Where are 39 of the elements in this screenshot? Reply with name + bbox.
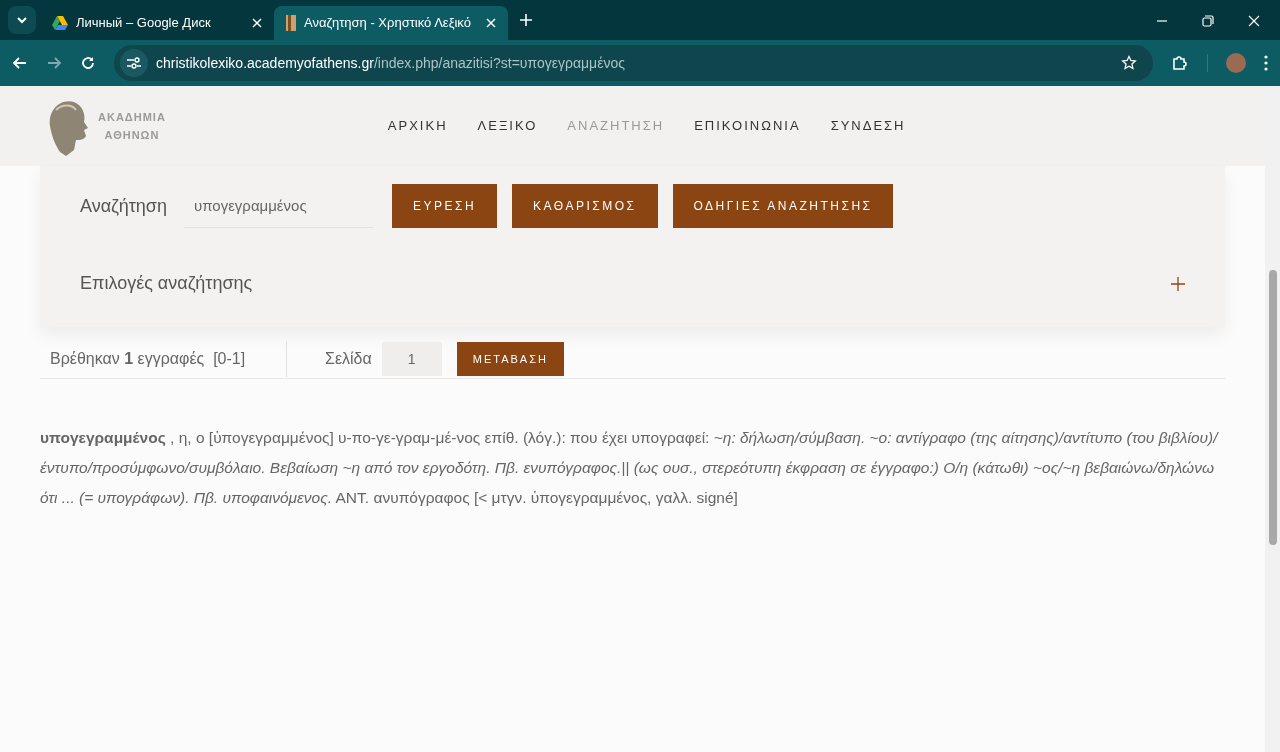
- search-options-toggle[interactable]: Επιλογές αναζήτησης: [80, 270, 1185, 297]
- nav-link[interactable]: ΕΠΙΚΟΙΝΩΝΙΑ: [694, 116, 801, 136]
- page-label: Σελίδα: [325, 349, 372, 369]
- menu-icon[interactable]: [1264, 55, 1268, 71]
- back-icon[interactable]: [12, 55, 28, 71]
- nav-link[interactable]: ΛΕΞΙΚΟ: [477, 116, 538, 136]
- chevron-down-icon: [16, 14, 28, 26]
- logo-text: ΑΚΑΔΗΜΙΑ: [98, 110, 166, 125]
- address-bar[interactable]: christikolexiko.academyofathens.gr/index.php/anazitisi?st=υπογεγραμμένος: [114, 45, 1153, 81]
- search-action-button[interactable]: ΚΑΘΑΡΙΣΜΟΣ: [512, 184, 658, 228]
- url-path: /index.php/anazitisi?st=υπογεγραμμένος: [373, 53, 625, 73]
- new-tab-icon[interactable]: [520, 14, 532, 26]
- forward-icon[interactable]: [46, 55, 62, 71]
- browser-tab[interactable]: Αναζητηση - Χρηστικό Λεξικό: [274, 6, 508, 40]
- search-field[interactable]: υπογεγραμμένος: [184, 184, 374, 228]
- browser-tab[interactable]: Личный – Google Диск: [40, 6, 274, 40]
- scrollbar-thumb[interactable]: [1268, 270, 1277, 545]
- close-tab-icon[interactable]: [486, 18, 496, 28]
- tab-search-button[interactable]: [8, 6, 36, 34]
- search-action-button[interactable]: ΕΥΡΕΣΗ: [392, 184, 498, 228]
- nav-link[interactable]: ΣΥΝΔΕΣΗ: [830, 116, 906, 136]
- dictionary-entry: υπογεγραμμένος , η, ο [ὑπογεγραμμένος] υ-πο-γε-γραμ-μέ-νος επίθ. (λόγ.): που έχει υπογραφεί: ~η: δήλωση/σύμβαση. ~ο: αντίγραφο (της αίτησης)/αντίτυπο (του βιβλίου)/έντυπο/προσύμφωνο/συμβόλαιο. Βεβαίωση ~η από τον εργοδότη. Πβ. ενυπόγραφος.|| (ως ουσ., στερεότυπη έκφραση σε έγγραφο:) Ο/η (κάτωθι) ~ος/~η βεβαιώνω/δηλώνω ότι ... (= υπογράφων). Πβ. υποφαινόμενος. ΑΝΤ. ανυπόγραφος [< μτγν. ὑπογεγραμμένος, γαλλ. signé]: [40, 428, 1220, 508]
- restore-icon[interactable]: [1202, 15, 1214, 27]
- page-number-field[interactable]: 1: [381, 342, 442, 376]
- extensions-icon[interactable]: [1171, 54, 1189, 72]
- close-icon[interactable]: [1248, 15, 1260, 27]
- bookmark-star-icon[interactable]: [1121, 55, 1137, 71]
- nav-link[interactable]: ΑΡΧΙΚΗ: [387, 116, 448, 136]
- drive-triangle-icon: [52, 16, 68, 30]
- results-count: Βρέθηκαν 1 εγγραφές [0-1]: [50, 349, 246, 369]
- url-host: christikolexiko.academyofathens.gr: [156, 53, 374, 73]
- logo-text: ΑΘΗΝΩΝ: [104, 128, 160, 143]
- search-action-button[interactable]: ΟΔΗΓΙΕΣ ΑΝΑΖΗΤΗΣΗΣ: [672, 184, 894, 228]
- go-button[interactable]: ΜΕΤΑΒΑΣΗ: [456, 342, 564, 376]
- site-settings-icon[interactable]: [127, 57, 141, 69]
- search-label: Αναζήτηση: [80, 194, 168, 218]
- reload-icon[interactable]: [80, 55, 96, 71]
- close-tab-icon[interactable]: [252, 18, 262, 28]
- book-icon: [286, 15, 296, 31]
